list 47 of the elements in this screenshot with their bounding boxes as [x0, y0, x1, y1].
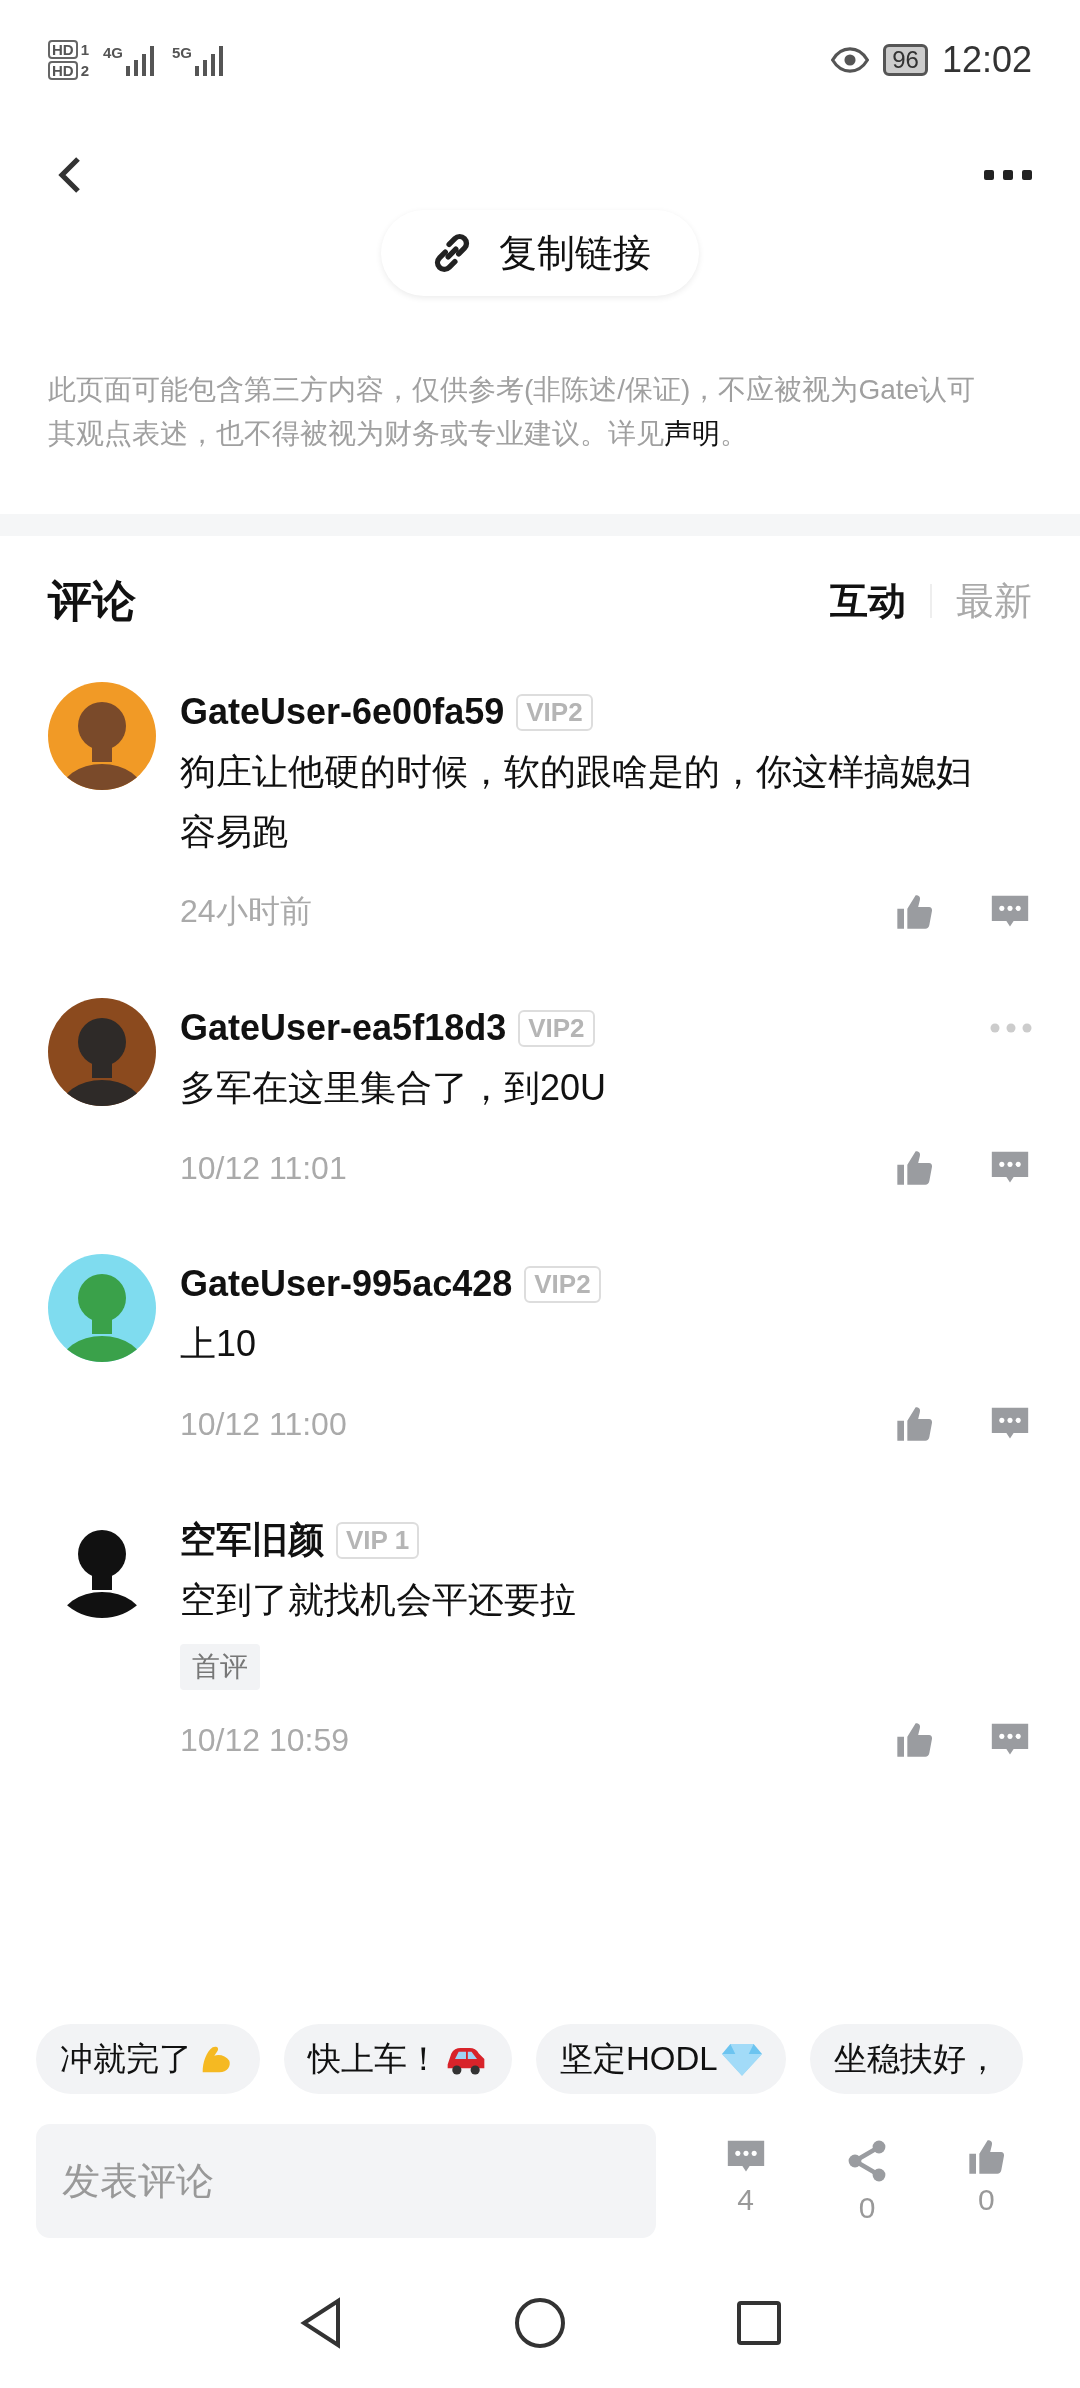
action-count: 0 — [977, 2183, 995, 2217]
comment-time: 10/12 11:00 — [180, 1405, 348, 1443]
sim-label: HD 2 — [48, 61, 89, 80]
vip-badge: VIP2 — [524, 1265, 601, 1303]
like-icon[interactable] — [894, 1720, 934, 1760]
back-icon[interactable] — [56, 155, 82, 195]
clock: 12:02 — [941, 39, 1032, 81]
disclaimer-text: 此页面可能包含第三方内容，仅供参考(非陈述/保证)，不应被视为Gate认可其观点表述，也不得被视为财务或专业建议。详见声明。 — [47, 373, 977, 451]
username: GateUser-995ac428 — [180, 1263, 513, 1305]
quick-reply-chip[interactable]: 坐稳扶好， — [809, 2024, 1023, 2094]
comment-text: 多军在这里集合了，到20U — [180, 1066, 608, 1110]
section-title: 评论 — [48, 574, 136, 627]
first-comment-tag: 首评 — [180, 1644, 260, 1690]
home-nav-icon[interactable] — [514, 2297, 566, 2349]
comment-time: 10/12 10:59 — [180, 1721, 351, 1759]
comment-time: 24小时前 — [180, 892, 313, 931]
vip-badge: VIP2 — [516, 693, 593, 731]
action-count: 0 — [858, 2191, 876, 2225]
like-icon[interactable] — [966, 2137, 1007, 2177]
gem-icon — [721, 2041, 762, 2077]
sort-tab[interactable]: 互动 — [830, 575, 906, 627]
comment-text: 上10 — [180, 1322, 258, 1366]
more-icon[interactable] — [984, 169, 1032, 181]
statement-link[interactable]: 声明 — [664, 418, 720, 449]
network-label: 5G — [172, 44, 193, 61]
action-count: 4 — [737, 2183, 754, 2217]
quick-reply-chip[interactable]: 冲就完了 — [36, 2024, 260, 2094]
network-label: 4G — [103, 44, 124, 61]
username: GateUser-6e00fa59 — [180, 691, 505, 733]
comment-input[interactable]: 发表评论 — [36, 2124, 656, 2238]
battery-level: 96 — [883, 44, 928, 76]
sim-label: HD 1 — [48, 40, 89, 59]
username: 空军旧颜 — [180, 1517, 324, 1562]
like-icon[interactable] — [894, 892, 934, 932]
quick-reply-chip[interactable]: 快上车！ — [284, 2024, 512, 2094]
like-icon[interactable] — [894, 1404, 934, 1444]
recents-nav-icon[interactable] — [736, 2300, 782, 2346]
username: GateUser-ea5f18d3 — [180, 1007, 507, 1049]
comment-text: 空到了就找机会平还要拉 — [180, 1578, 577, 1622]
eye-icon — [831, 47, 870, 73]
comment-time: 10/12 11:01 — [180, 1149, 348, 1187]
comment-text: 狗庄让他硬的时候，软的跟啥是的，你这样搞媳妇容易跑 — [180, 750, 973, 854]
like-icon[interactable] — [894, 1148, 934, 1188]
vip-badge: VIP 1 — [336, 1521, 420, 1559]
vip-badge: VIP2 — [518, 1009, 595, 1047]
copy-link-button[interactable]: 复制链接 — [381, 210, 699, 296]
quick-reply-chip[interactable]: 坚定HODL — [536, 2024, 786, 2094]
